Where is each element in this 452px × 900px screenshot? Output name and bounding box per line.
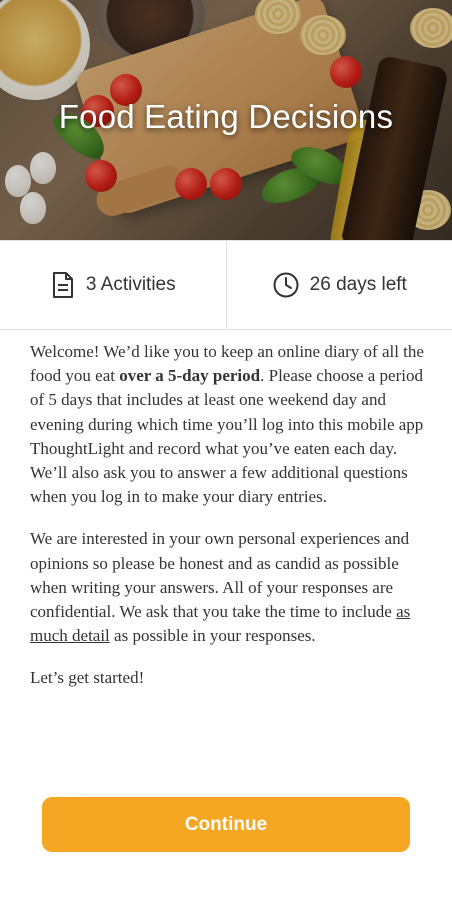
hero-banner: Food Eating Decisions [0,0,452,240]
paragraph-text: . Please choose a period of 5 days that … [30,366,424,507]
activities-label: 3 Activities [85,274,176,295]
activities-count: 3 Activities [0,241,226,329]
clock-icon [272,271,300,299]
document-icon [50,271,76,299]
page-title: Food Eating Decisions [58,98,394,135]
paragraph-text: We are interested in your own personal e… [30,529,410,622]
continue-button[interactable]: Continue [42,797,410,852]
study-description: Welcome! We’d like you to keep an online… [30,340,430,709]
days-left-label: 26 days left [309,274,407,295]
description-paragraph: We are interested in your own personal e… [30,527,430,648]
description-paragraph: Welcome! We’d like you to keep an online… [30,340,430,509]
study-stats: 3 Activities 26 days left [0,240,452,330]
closing-paragraph: Let’s get started! [30,668,145,688]
days-left: 26 days left [225,241,452,329]
paragraph-text: as possible in your responses. [109,626,316,646]
emphasis-text: over a 5-day period [119,366,261,386]
study-intro-screen: Food Eating Decisions 3 Activities 26 da… [0,0,452,900]
